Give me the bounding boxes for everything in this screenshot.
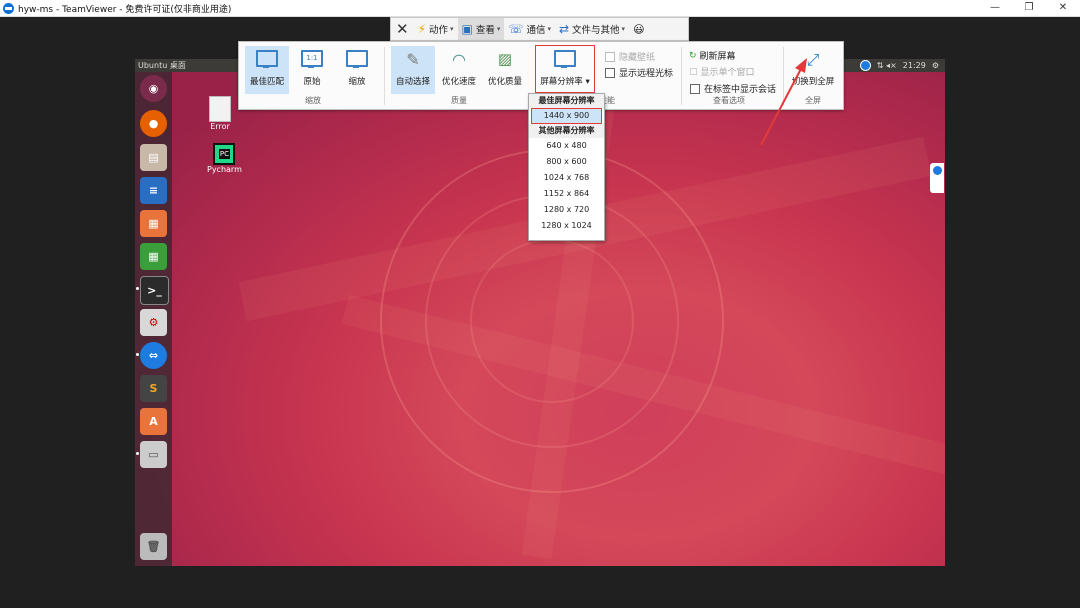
- session-toolbar: ✕ ⚡ 动作 ▾ ▣ 查看 ▾ ☏ 通信 ▾ ⇄ 文件与其他 ▾ 😃: [390, 17, 689, 41]
- calc-icon[interactable]: ▦: [140, 243, 167, 270]
- toolbar-actions[interactable]: ⚡ 动作 ▾: [414, 18, 458, 40]
- running-indicator: [136, 452, 139, 455]
- image-quality-icon: ▨: [497, 50, 513, 68]
- ubuntu-launcher: ◉ ● ▤ ≡ ▦ ▦ >_ ⚙ ⇔ S A ▭ 🗑: [135, 72, 172, 566]
- group-label-quality: 质量: [451, 96, 467, 105]
- teamviewer-launcher-icon[interactable]: ⇔: [140, 342, 167, 369]
- minimize-button[interactable]: —: [978, 0, 1012, 16]
- original-size-icon: 1:1: [301, 50, 323, 68]
- resolution-option[interactable]: 1152 x 864: [529, 186, 604, 202]
- refresh-screen-button[interactable]: ↻ 刷新屏幕: [689, 49, 736, 63]
- desktop-icon-label: Error: [210, 122, 230, 131]
- best-fit-button[interactable]: 最佳匹配: [245, 46, 289, 94]
- auto-select-button[interactable]: ✎ 自动选择: [391, 46, 435, 94]
- highlight-box-resolution: [535, 45, 595, 93]
- ubuntu-panel-title: Ubuntu 桌面: [138, 61, 186, 70]
- single-window-icon: ▢: [689, 66, 698, 77]
- optimize-quality-button[interactable]: ▨ 优化质量: [484, 46, 526, 94]
- gear-icon[interactable]: ⚙: [932, 61, 939, 70]
- original-size-button[interactable]: 1:1 原始: [291, 46, 333, 94]
- speedometer-icon: ◠: [452, 50, 466, 69]
- scale-button[interactable]: 缩放: [336, 46, 378, 94]
- toolbar-files-extras[interactable]: ⇄ 文件与其他 ▾: [555, 18, 629, 40]
- resolution-option[interactable]: 1280 x 1024: [529, 218, 604, 234]
- desktop-pycharm[interactable]: PC Pycharm: [207, 143, 242, 174]
- resolution-option[interactable]: 1280 x 720: [529, 202, 604, 218]
- optimize-speed-button[interactable]: ◠ 优化速度: [438, 46, 480, 94]
- refresh-icon: ↻: [689, 50, 697, 61]
- lightning-icon: ⚡: [417, 22, 427, 36]
- magic-wand-icon: ✎: [406, 50, 420, 69]
- sublime-text-icon[interactable]: S: [140, 375, 167, 402]
- teamviewer-side-tab[interactable]: [930, 163, 944, 193]
- resolution-dropdown: 最佳屏幕分辨率 1440 x 900 其他屏幕分辨率 640 x 480 800…: [528, 93, 605, 241]
- monitor-icon: ▣: [461, 22, 473, 36]
- feedback-smiley-icon[interactable]: 😃: [629, 18, 648, 40]
- resolution-option[interactable]: 800 x 600: [529, 154, 604, 170]
- firefox-icon[interactable]: ●: [140, 110, 167, 137]
- phone-icon: ☏: [508, 22, 524, 36]
- desktop-file-error[interactable]: Error: [209, 96, 231, 131]
- other-resolution-header: 其他屏幕分辨率: [529, 124, 604, 138]
- window-title: hyw-ms - TeamViewer - 免费许可证(仅非商业用途): [18, 4, 232, 15]
- wallpaper-spiral: [470, 239, 634, 403]
- scale-icon: [346, 50, 368, 68]
- writer-icon[interactable]: ≡: [140, 177, 167, 204]
- toolbar-communicate[interactable]: ☏ 通信 ▾: [504, 18, 555, 40]
- tray-indicators[interactable]: ⇅ ◂×: [877, 61, 897, 70]
- teamviewer-tray-icon[interactable]: [859, 60, 871, 71]
- software-center-icon[interactable]: A: [140, 408, 167, 435]
- files-icon[interactable]: ▤: [140, 144, 167, 171]
- terminal-icon[interactable]: >_: [140, 276, 169, 305]
- desktop-icon-label: Pycharm: [207, 165, 242, 174]
- pycharm-icon: PC: [213, 143, 236, 165]
- close-session-button[interactable]: ✕: [391, 20, 414, 38]
- drive-icon[interactable]: ▭: [140, 441, 167, 468]
- show-single-window-button[interactable]: ▢ 显示单个窗口: [689, 65, 755, 79]
- ubuntu-dash-icon[interactable]: ◉: [140, 75, 167, 102]
- running-indicator: [136, 287, 139, 290]
- hide-wallpaper-checkbox[interactable]: 隐藏壁纸: [605, 50, 655, 63]
- file-transfer-icon: ⇄: [558, 22, 570, 36]
- group-label-scale: 缩放: [305, 96, 321, 105]
- running-indicator: [136, 353, 139, 356]
- maximize-button[interactable]: ❐: [1012, 0, 1046, 16]
- close-window-button[interactable]: ✕: [1046, 0, 1080, 16]
- annotation-arrow: [760, 58, 807, 146]
- settings-icon[interactable]: ⚙: [140, 309, 167, 336]
- clock[interactable]: 21:29: [903, 61, 926, 70]
- trash-icon[interactable]: 🗑: [140, 533, 167, 560]
- show-remote-cursor-checkbox[interactable]: 显示远程光标: [605, 66, 673, 79]
- resolution-option-best[interactable]: 1440 x 900: [531, 108, 602, 124]
- resolution-option[interactable]: 640 x 480: [529, 138, 604, 154]
- best-resolution-header: 最佳屏幕分辨率: [529, 94, 604, 108]
- teamviewer-logo-icon: [3, 2, 14, 14]
- file-icon: [209, 96, 231, 122]
- group-label-view-options: 查看选项: [713, 96, 745, 105]
- best-fit-icon: [256, 50, 278, 68]
- window-titlebar: hyw-ms - TeamViewer - 免费许可证(仅非商业用途) — ❐ …: [0, 0, 1080, 17]
- toolbar-view[interactable]: ▣ 查看 ▾: [457, 18, 505, 40]
- resolution-option[interactable]: 1024 x 768: [529, 170, 604, 186]
- impress-icon[interactable]: ▦: [140, 210, 167, 237]
